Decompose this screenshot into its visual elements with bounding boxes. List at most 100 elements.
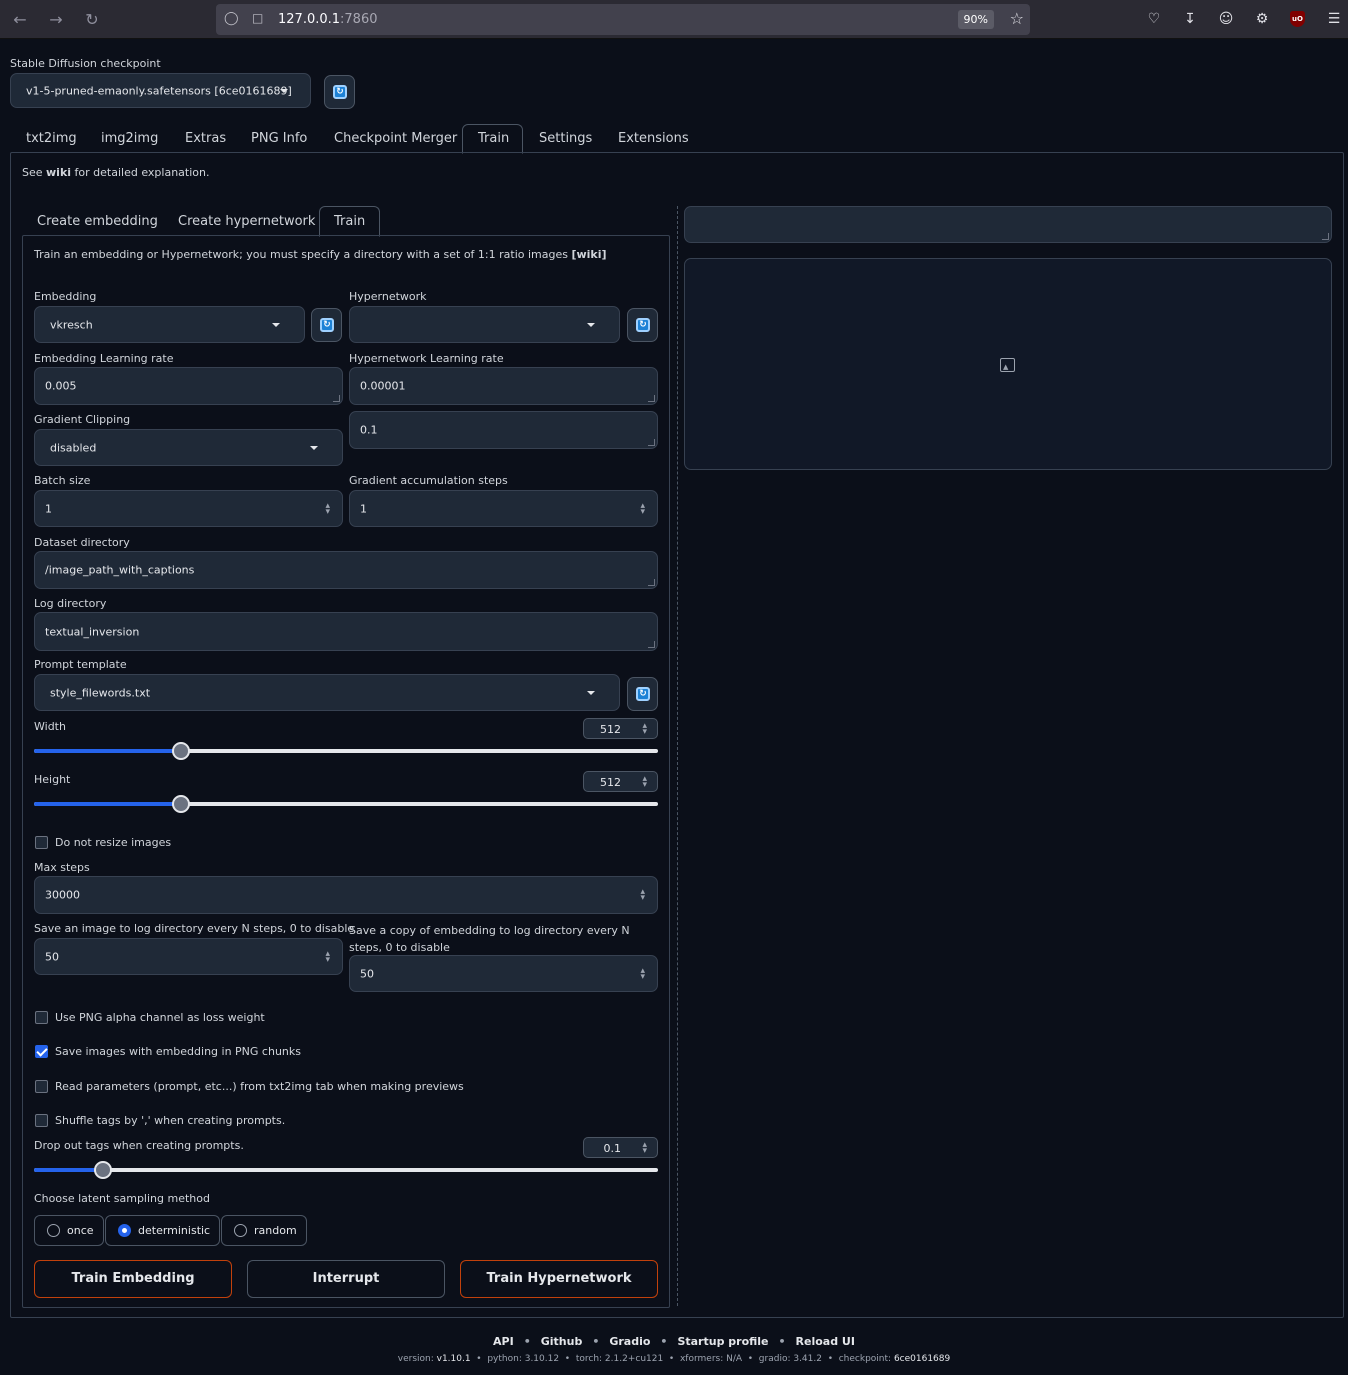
footer-link-reload-ui[interactable]: Reload UI (796, 1335, 855, 1348)
resize-handle[interactable] (648, 395, 655, 402)
bookmark-star-icon[interactable]: ☆ (1010, 9, 1024, 28)
stepper-icon[interactable]: ▴ ▾ (640, 966, 645, 981)
resize-handle[interactable] (1322, 233, 1329, 240)
stepper-icon[interactable]: ▴ ▾ (325, 501, 330, 516)
ublock-icon[interactable]: uO (1290, 11, 1305, 27)
embedding-lr-input[interactable]: 0.005 (34, 367, 343, 405)
hypernetwork-refresh-button[interactable]: ↻ (627, 308, 658, 342)
dropout-number-input[interactable]: 0.1 ▴ ▾ (583, 1137, 658, 1158)
embedding-dropdown[interactable]: vkresch (34, 306, 305, 343)
png-alpha-checkbox[interactable] (35, 1011, 48, 1024)
train-wiki-link[interactable]: [wiki] (571, 248, 606, 261)
gradient-clipping-dropdown[interactable]: disabled (34, 429, 343, 466)
stepper-icon[interactable]: ▴ ▾ (642, 721, 647, 736)
max-steps-input[interactable]: 30000 ▴ ▾ (34, 876, 658, 914)
dataset-dir-input[interactable]: /image_path_with_captions (34, 551, 658, 589)
chevron-down-icon (280, 88, 288, 93)
tab-train[interactable]: Train (478, 131, 509, 146)
gradient-clip-value-input[interactable]: 0.1 (349, 411, 658, 449)
footer-link-gradio[interactable]: Gradio (609, 1335, 650, 1348)
dropout-slider-fill (34, 1168, 103, 1172)
grad-accum-input[interactable]: 1 ▴ ▾ (349, 490, 658, 527)
no-resize-label: Do not resize images (55, 836, 172, 849)
back-icon[interactable]: ← (9, 9, 31, 31)
stepper-icon[interactable]: ▴ ▾ (642, 1140, 647, 1155)
width-slider[interactable] (34, 742, 658, 760)
shuffle-tags-checkbox[interactable] (35, 1114, 48, 1127)
checkpoint-refresh-button[interactable]: ↻ (324, 75, 355, 109)
embedding-refresh-button[interactable]: ↻ (311, 308, 342, 342)
tab-extras[interactable]: Extras (185, 131, 226, 146)
resize-handle[interactable] (648, 439, 655, 446)
read-params-label: Read parameters (prompt, etc...) from tx… (55, 1080, 464, 1093)
subtab-train[interactable]: Train (334, 214, 365, 229)
dropout-label: Drop out tags when creating prompts. (34, 1139, 244, 1152)
save-image-every-input[interactable]: 50 ▴ ▾ (34, 938, 343, 975)
height-slider-fill (34, 802, 182, 806)
batch-size-input[interactable]: 1 ▴ ▾ (34, 490, 343, 527)
png-chunks-label: Save images with embedding in PNG chunks (55, 1045, 301, 1058)
tab-extensions[interactable]: Extensions (618, 131, 689, 146)
embedding-lr-label: Embedding Learning rate (34, 352, 174, 365)
dropout-slider[interactable] (34, 1161, 658, 1179)
height-slider[interactable] (34, 795, 658, 813)
output-textbox[interactable] (684, 206, 1332, 243)
reload-icon[interactable]: ↻ (81, 9, 103, 31)
footer-link-github[interactable]: Github (541, 1335, 583, 1348)
max-steps-label: Max steps (34, 861, 90, 874)
latent-option-random[interactable]: random (221, 1215, 307, 1246)
save-image-every-label: Save an image to log directory every N s… (34, 922, 355, 935)
extensions-icon[interactable]: ⚙ (1252, 9, 1272, 29)
url-bar[interactable]: ◯ □ 127.0.0.1:7860 90% ☆ (216, 4, 1030, 35)
wiki-link[interactable]: wiki (46, 166, 71, 179)
tab-png-info[interactable]: PNG Info (251, 131, 307, 146)
dropout-slider-thumb[interactable] (93, 1161, 112, 1179)
zoom-badge[interactable]: 90% (957, 10, 994, 29)
footer-version-info: version: v1.10.1 • python: 3.10.12 • tor… (397, 1354, 951, 1364)
tab-settings[interactable]: Settings (539, 131, 592, 146)
stepper-icon[interactable]: ▴ ▾ (325, 949, 330, 964)
interrupt-button[interactable]: Interrupt (247, 1260, 445, 1298)
shield-icon[interactable]: ◯ (224, 11, 239, 26)
forward-icon[interactable]: → (45, 9, 67, 31)
tab-checkpoint-merger[interactable]: Checkpoint Merger (334, 131, 457, 146)
account-icon[interactable]: ☺ (1216, 9, 1236, 29)
resize-handle[interactable] (648, 641, 655, 648)
png-chunks-checkbox[interactable] (35, 1045, 48, 1058)
hypernetwork-dropdown[interactable] (349, 306, 620, 343)
stepper-icon[interactable]: ▴ ▾ (640, 888, 645, 903)
resize-handle[interactable] (648, 579, 655, 586)
subtab-create-hypernetwork[interactable]: Create hypernetwork (178, 214, 315, 229)
save-embedding-every-input[interactable]: 50 ▴ ▾ (349, 955, 658, 992)
prompt-template-dropdown[interactable]: style_filewords.txt (34, 674, 620, 711)
batch-size-label: Batch size (34, 474, 91, 487)
log-dir-input[interactable]: textual_inversion (34, 612, 658, 651)
latent-option-deterministic[interactable]: deterministic (105, 1215, 220, 1246)
footer-links: API • Github • Gradio • Startup profile • Reload… (493, 1335, 855, 1348)
subtab-create-embedding[interactable]: Create embedding (37, 214, 158, 229)
prompt-template-refresh-button[interactable]: ↻ (627, 677, 658, 711)
latent-option-once[interactable]: once (34, 1215, 104, 1246)
footer-link-api[interactable]: API (493, 1335, 514, 1348)
train-embedding-button[interactable]: Train Embedding (34, 1260, 232, 1298)
pocket-icon[interactable]: ♡ (1144, 9, 1164, 29)
download-icon[interactable]: ↧ (1180, 9, 1200, 29)
resize-handle[interactable] (333, 395, 340, 402)
checkpoint-dropdown[interactable]: v1-5-pruned-emaonly.safetensors [6ce0161… (10, 73, 311, 108)
url-text[interactable]: 127.0.0.1:7860 (278, 12, 378, 27)
stepper-icon[interactable]: ▴ ▾ (642, 774, 647, 789)
train-hypernetwork-button[interactable]: Train Hypernetwork (460, 1260, 658, 1298)
page-icon[interactable]: □ (252, 11, 263, 25)
menu-icon[interactable]: ☰ (1324, 9, 1344, 29)
png-alpha-label: Use PNG alpha channel as loss weight (55, 1011, 265, 1024)
hypernetwork-lr-label: Hypernetwork Learning rate (349, 352, 504, 365)
footer-link-startup-profile[interactable]: Startup profile (677, 1335, 768, 1348)
read-params-checkbox[interactable] (35, 1080, 48, 1093)
hypernetwork-lr-input[interactable]: 0.00001 (349, 367, 658, 405)
tab-img2img[interactable]: img2img (101, 131, 158, 146)
no-resize-checkbox[interactable] (35, 836, 48, 849)
height-number-input[interactable]: 512 ▴ ▾ (583, 771, 658, 792)
stepper-icon[interactable]: ▴ ▾ (640, 501, 645, 516)
width-number-input[interactable]: 512 ▴ ▾ (583, 718, 658, 739)
tab-txt2img[interactable]: txt2img (26, 131, 77, 146)
